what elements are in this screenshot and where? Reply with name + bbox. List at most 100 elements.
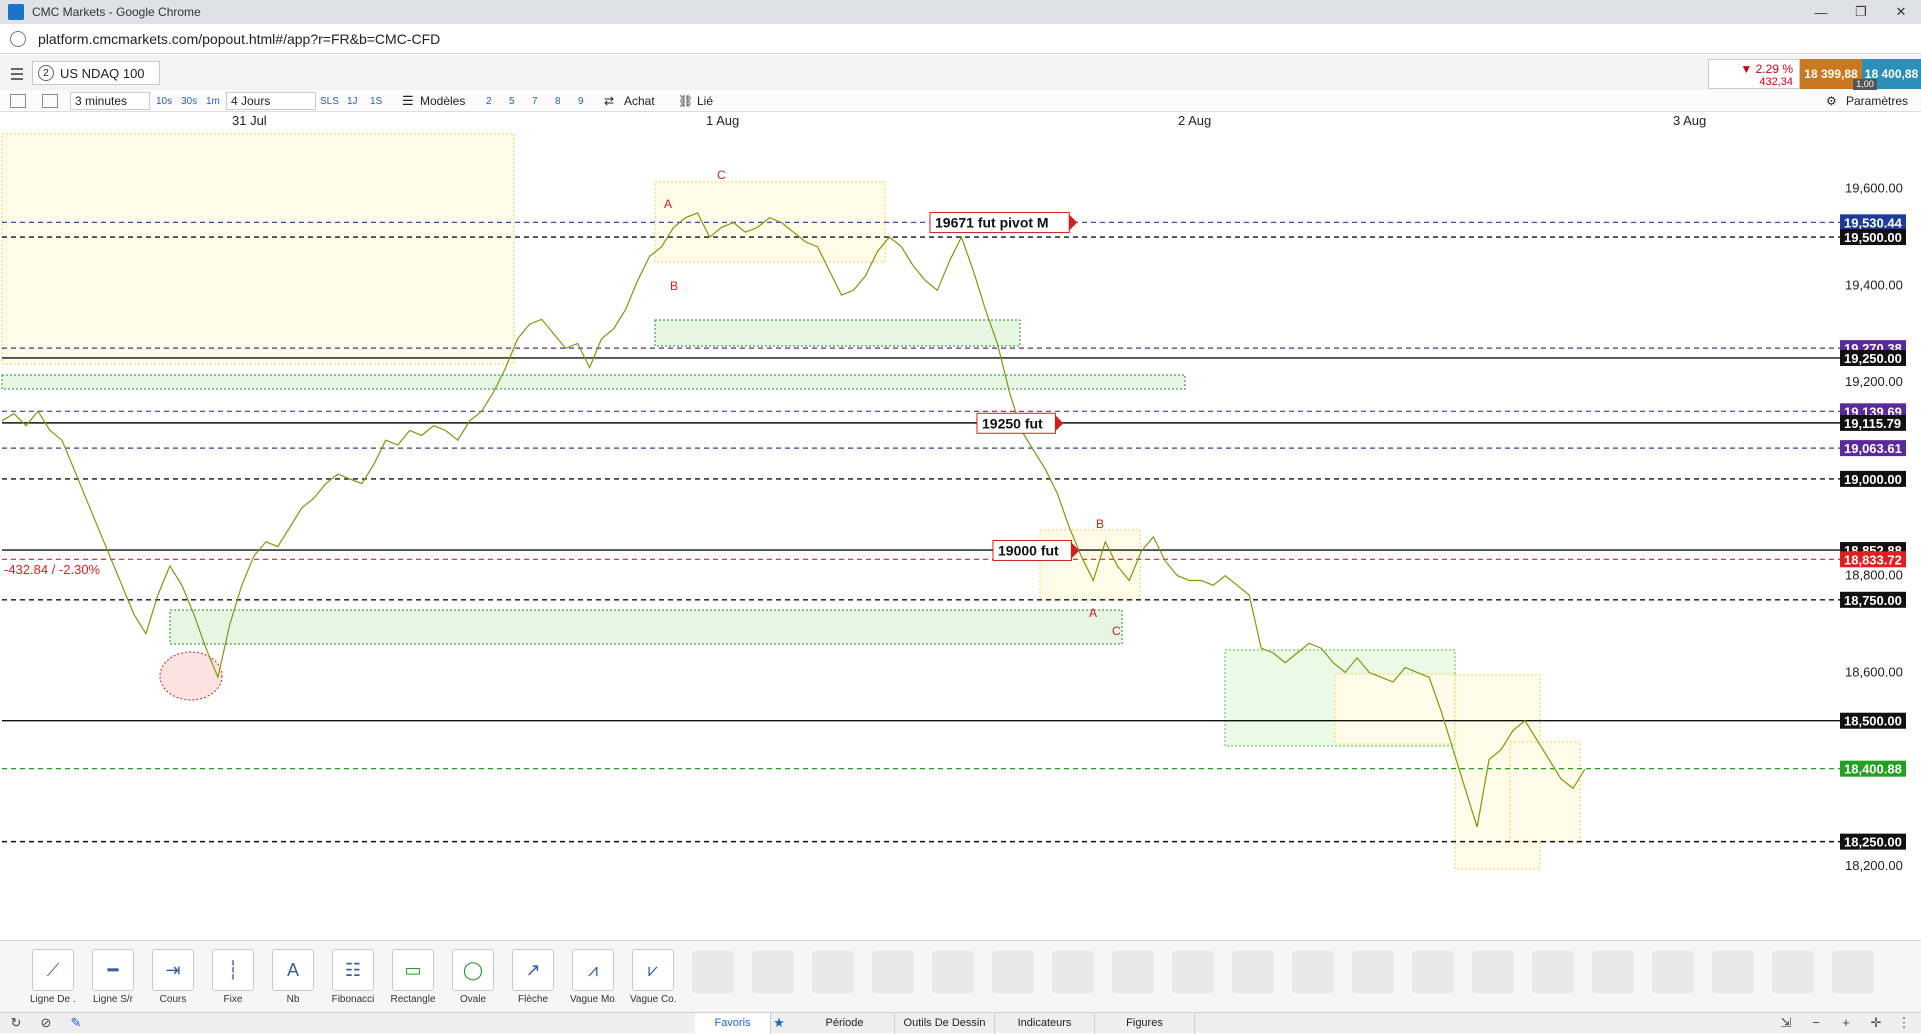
refresh-icon[interactable]: ↻	[8, 1015, 24, 1031]
tool-text-note[interactable]: A Nb	[270, 949, 316, 1005]
templates-icon[interactable]: ☰	[402, 92, 414, 110]
fibonacci-icon[interactable]: ☷	[332, 949, 374, 991]
tool-fibonacci[interactable]: ☷ Fibonacci	[330, 949, 376, 1005]
layout-grid-icon[interactable]	[42, 94, 58, 108]
star-icon[interactable]: ★	[771, 1015, 787, 1031]
empty-tool-slot[interactable]	[1832, 951, 1874, 993]
tab-periode[interactable]: Période	[795, 1013, 895, 1034]
price-label-icon[interactable]: ⇥	[152, 949, 194, 991]
price-chart[interactable]: 19,600.00 19,400.00 19,200.00 18,600.00 18,2…	[0, 130, 1921, 940]
interval-1m[interactable]: 1m	[206, 92, 220, 110]
instrument-selector[interactable]: 2 US NDAQ 100	[32, 61, 160, 85]
pencil-icon[interactable]: ✎	[68, 1015, 84, 1031]
empty-tool-slot[interactable]	[992, 951, 1034, 993]
tool-price-label[interactable]: ⇥ Cours	[150, 949, 196, 1005]
tab-figures[interactable]: Figures	[1095, 1013, 1195, 1034]
settings-button[interactable]: Paramètres	[1846, 92, 1908, 110]
empty-tool-slot[interactable]	[692, 951, 734, 993]
link-icon[interactable]: ⛓	[678, 92, 693, 110]
tool-label: Vague Co...	[630, 994, 676, 1005]
arrow-icon[interactable]: ↗	[512, 949, 554, 991]
empty-tool-slot[interactable]	[1292, 951, 1334, 993]
zoom-in-icon[interactable]: +	[1838, 1015, 1854, 1031]
crosshair-icon[interactable]: ✛	[1868, 1015, 1884, 1031]
zoom-fit-icon[interactable]: ⇲	[1778, 1015, 1794, 1031]
empty-tool-slot[interactable]	[1232, 951, 1274, 993]
price-tag: 19,000.00	[1840, 470, 1906, 487]
zoom-out-icon[interactable]: −	[1808, 1015, 1824, 1031]
tool-wave-co[interactable]: ⩗ Vague Co...	[630, 949, 676, 1005]
tool-support-resistance[interactable]: ━ Ligne S/r	[90, 949, 136, 1005]
restore-button[interactable]: ❐	[1841, 0, 1881, 24]
change-label: -432.84 / -2.30%	[4, 562, 101, 577]
linked-button[interactable]: Lié	[697, 92, 713, 110]
support-resistance-icon[interactable]: ━	[92, 949, 134, 991]
template-5[interactable]: 5	[509, 92, 515, 110]
address-bar[interactable]: platform.cmcmarkets.com/popout.html#/app…	[0, 24, 1921, 54]
annotation-flag[interactable]: 19000 fut	[992, 539, 1080, 561]
address-url[interactable]: platform.cmcmarkets.com/popout.html#/app…	[38, 31, 440, 47]
wave-mo-icon[interactable]: ⩘	[572, 949, 614, 991]
range-select[interactable]: 4 Jours	[226, 92, 316, 110]
template-9[interactable]: 9	[578, 92, 584, 110]
tab-favoris[interactable]: Favoris	[695, 1013, 771, 1034]
wave-co-icon[interactable]: ⩗	[632, 949, 674, 991]
empty-tool-slot[interactable]	[1412, 951, 1454, 993]
tool-wave-mo[interactable]: ⩘ Vague Mo...	[570, 949, 616, 1005]
y-tick-label: 18,200.00	[1845, 858, 1903, 873]
hamburger-menu-icon[interactable]	[6, 64, 28, 84]
rectangle-icon[interactable]: ▭	[392, 949, 434, 991]
range-1s[interactable]: 1S	[370, 92, 382, 110]
empty-tool-slot[interactable]	[872, 951, 914, 993]
chart-canvas[interactable]: 19,600.00 19,400.00 19,200.00 18,600.00 18,2…	[0, 130, 1921, 940]
interval-select[interactable]: 3 minutes	[70, 92, 150, 110]
oval-icon[interactable]: ◯	[452, 949, 494, 991]
tool-arrow[interactable]: ↗ Flèche	[510, 949, 556, 1005]
settings-gear-icon[interactable]: ⚙	[1826, 92, 1837, 110]
fixed-line-icon[interactable]: ┆	[212, 949, 254, 991]
empty-tool-slot[interactable]	[1772, 951, 1814, 993]
site-info-icon[interactable]	[10, 30, 26, 47]
template-8[interactable]: 8	[555, 92, 561, 110]
wave-label: A	[664, 197, 672, 211]
empty-tool-slot[interactable]	[1172, 951, 1214, 993]
interval-30s[interactable]: 30s	[181, 92, 197, 110]
block-icon[interactable]: ⊘	[38, 1015, 54, 1031]
annotation-flag[interactable]: 19250 fut	[976, 412, 1064, 434]
templates-button[interactable]: Modèles	[420, 92, 465, 110]
tool-trend-line[interactable]: ⟋ Ligne De ...	[30, 949, 76, 1005]
vertical-crosshair-icon[interactable]: ⋮	[1896, 1015, 1912, 1031]
empty-tool-slot[interactable]	[752, 951, 794, 993]
tab-indicateurs[interactable]: Indicateurs	[995, 1013, 1095, 1034]
empty-tool-slot[interactable]	[1112, 951, 1154, 993]
tool-rectangle[interactable]: ▭ Rectangle	[390, 949, 436, 1005]
empty-tool-slot[interactable]	[1652, 951, 1694, 993]
price-tag: 19,250.00	[1840, 349, 1906, 366]
range-sls[interactable]: SLS	[320, 92, 339, 110]
price-tag: 19,530.44	[1840, 214, 1906, 231]
chart-list-icon[interactable]	[10, 94, 26, 108]
minimize-button[interactable]: —	[1801, 0, 1841, 24]
empty-tool-slot[interactable]	[1352, 951, 1394, 993]
empty-tool-slot[interactable]	[1592, 951, 1634, 993]
tool-oval[interactable]: ◯ Ovale	[450, 949, 496, 1005]
annotation-flag[interactable]: 19671 fut pivot M	[929, 212, 1078, 234]
text-note-icon[interactable]: A	[272, 949, 314, 991]
tool-fixed-line[interactable]: ┆ Fixe	[210, 949, 256, 1005]
trend-line-icon[interactable]: ⟋	[32, 949, 74, 991]
empty-tool-slot[interactable]	[1712, 951, 1754, 993]
template-2[interactable]: 2	[486, 92, 492, 110]
buy-button[interactable]: Achat	[624, 92, 655, 110]
empty-tool-slot[interactable]	[932, 951, 974, 993]
tab-outils-de-dessin[interactable]: Outils De Dessin	[895, 1013, 995, 1034]
interval-10s[interactable]: 10s	[156, 92, 172, 110]
close-button[interactable]: ✕	[1881, 0, 1921, 24]
empty-tool-slot[interactable]	[812, 951, 854, 993]
template-7[interactable]: 7	[532, 92, 538, 110]
empty-tool-slot[interactable]	[1532, 951, 1574, 993]
buy-ticket-icon[interactable]: ⇄	[604, 92, 614, 110]
empty-tool-slot[interactable]	[1472, 951, 1514, 993]
range-1j[interactable]: 1J	[347, 92, 358, 110]
empty-tool-slot[interactable]	[1052, 951, 1094, 993]
y-tick-label: 19,200.00	[1845, 374, 1903, 389]
